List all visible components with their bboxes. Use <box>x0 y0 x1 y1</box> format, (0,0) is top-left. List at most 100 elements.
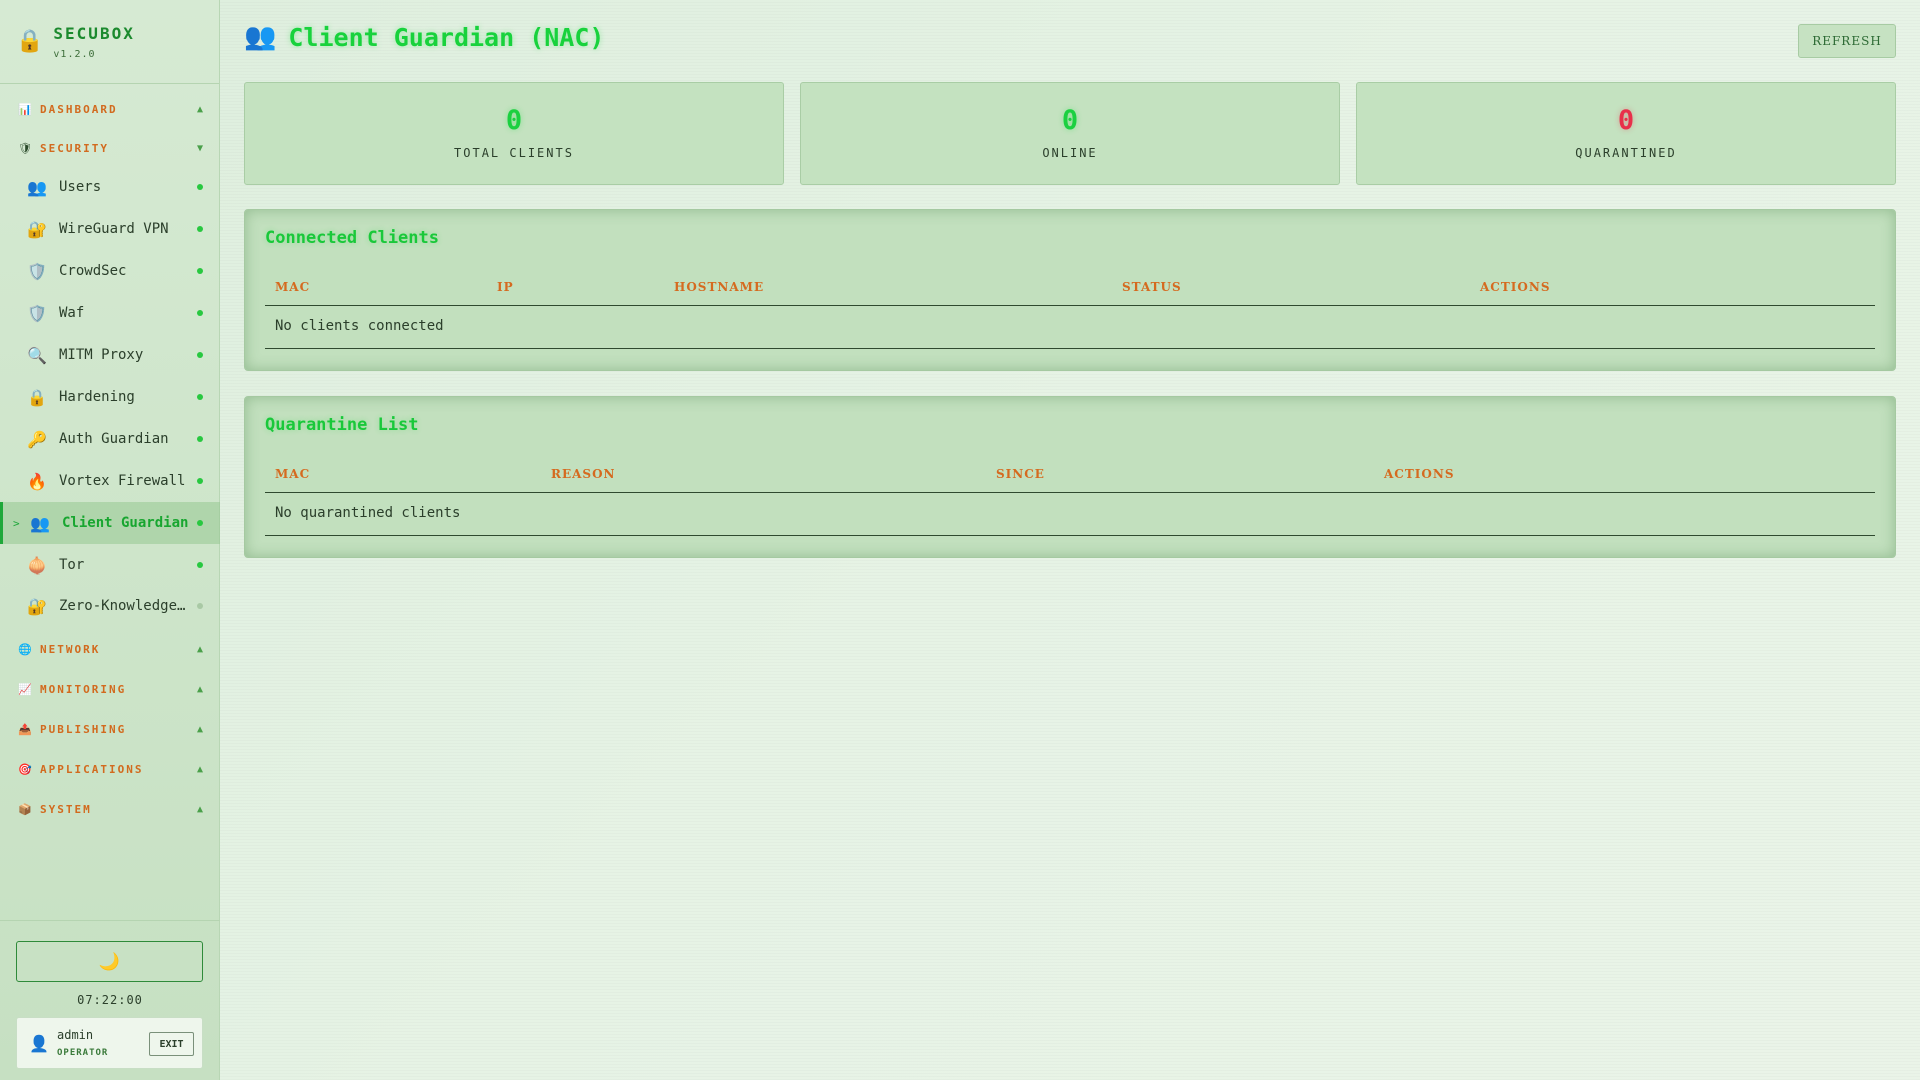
lock-key-icon: 🔐 <box>27 596 47 616</box>
sidebar-item-hardening[interactable]: 🔒 Hardening <box>0 376 220 418</box>
table-header: MAC IP HOSTNAME STATUS ACTIONS <box>265 272 1875 306</box>
users-icon: 👥 <box>27 177 47 197</box>
stat-card-online: 0 ONLINE <box>800 82 1340 185</box>
chevron-down-icon: ▼ <box>196 142 203 154</box>
active-marker: > <box>13 516 20 530</box>
column-header-actions: ACTIONS <box>1384 467 1455 481</box>
nav-group-monitoring[interactable]: 📈 MONITORING ▲ <box>0 670 220 708</box>
sidebar-item-waf[interactable]: 🛡️ Waf <box>0 292 220 334</box>
user-name: admin <box>57 1028 94 1042</box>
refresh-button[interactable]: REFRESH <box>1798 24 1896 58</box>
nav-group-label: DASHBOARD <box>40 102 118 116</box>
sidebar-item-label: Tor <box>59 557 85 573</box>
stat-value: 0 <box>1617 105 1635 136</box>
lock-icon: 🔒 <box>27 387 47 407</box>
sidebar-item-label: Users <box>59 179 102 195</box>
column-header-status[interactable]: STATUS <box>1122 280 1182 294</box>
empty-state-text: No clients connected <box>275 318 444 334</box>
target-icon: 🎯 <box>18 762 32 776</box>
nav-group-system[interactable]: 📦 SYSTEM ▲ <box>0 790 220 828</box>
sidebar-item-vortex-firewall[interactable]: 🔥 Vortex Firewall <box>0 460 220 502</box>
status-dot <box>197 268 203 274</box>
chevron-up-icon: ▲ <box>196 723 203 735</box>
nav-group-label: PUBLISHING <box>40 722 127 736</box>
clock: 07:22:00 <box>77 993 143 1007</box>
user-icon: 👤 <box>29 1034 49 1053</box>
outbox-icon: 📤 <box>18 722 32 736</box>
sidebar-item-wireguard[interactable]: 🔐 WireGuard VPN <box>0 208 220 250</box>
status-dot <box>197 520 203 526</box>
sidebar-item-label: Vortex Firewall <box>59 473 186 489</box>
chevron-up-icon: ▲ <box>196 683 203 695</box>
column-header-actions: ACTIONS <box>1480 280 1551 294</box>
chevron-up-icon: ▲ <box>196 763 203 775</box>
column-header-since[interactable]: SINCE <box>996 467 1045 481</box>
brand-version: v1.2.0 <box>53 48 96 60</box>
table-body: No clients connected <box>265 306 1875 349</box>
column-header-reason[interactable]: REASON <box>551 467 616 481</box>
stat-label: ONLINE <box>1042 146 1098 160</box>
panel-title: Quarantine List <box>265 415 419 435</box>
nav-group-label: SYSTEM <box>40 802 92 816</box>
lock-key-icon: 🔐 <box>27 219 47 239</box>
onion-icon: 🧅 <box>27 555 47 575</box>
sidebar-item-users[interactable]: 👥 Users <box>0 166 220 208</box>
column-header-mac[interactable]: MAC <box>275 280 310 294</box>
stat-value: 0 <box>505 105 523 136</box>
nav-group-label: SECURITY <box>40 141 109 155</box>
status-dot <box>197 562 203 568</box>
status-dot <box>197 310 203 316</box>
status-dot <box>197 352 203 358</box>
globe-icon: 🌐 <box>18 642 32 656</box>
user-role: OPERATOR <box>57 1048 109 1058</box>
nav-group-dashboard[interactable]: 📊 DASHBOARD ▲ <box>0 90 220 128</box>
nav-group-label: APPLICATIONS <box>40 762 144 776</box>
sidebar: 🔒 SECUBOX v1.2.0 📊 DASHBOARD ▲ 🛡 SECURIT… <box>0 0 220 1080</box>
lock-icon: 🔒 <box>16 29 44 54</box>
status-dot <box>197 226 203 232</box>
status-dot <box>197 394 203 400</box>
chart-icon: 📊 <box>18 102 32 116</box>
key-icon: 🔑 <box>27 429 47 449</box>
sidebar-item-tor[interactable]: 🧅 Tor <box>0 544 220 586</box>
stat-card-quarantined: 0 QUARANTINED <box>1356 82 1896 185</box>
user-card: 👤 admin OPERATOR EXIT <box>16 1017 203 1069</box>
column-header-mac[interactable]: MAC <box>275 467 310 481</box>
package-icon: 📦 <box>18 802 32 816</box>
sidebar-item-label: Auth Guardian <box>59 431 169 447</box>
empty-state-text: No quarantined clients <box>275 505 461 521</box>
nav-group-security[interactable]: 🛡 SECURITY ▼ <box>0 129 220 167</box>
sidebar-item-auth-guardian[interactable]: 🔑 Auth Guardian <box>0 418 220 460</box>
nav-group-label: MONITORING <box>40 682 127 696</box>
chevron-up-icon: ▲ <box>196 103 203 115</box>
status-dot <box>197 436 203 442</box>
stat-label: TOTAL CLIENTS <box>454 146 574 160</box>
quarantine-list-panel: Quarantine List MAC REASON SINCE ACTIONS… <box>244 396 1896 558</box>
nav-group-network[interactable]: 🌐 NETWORK ▲ <box>0 630 220 668</box>
sidebar-item-label: Hardening <box>59 389 135 405</box>
sidebar-footer: 🌙 07:22:00 👤 admin OPERATOR EXIT <box>0 920 220 1080</box>
brand: 🔒 SECUBOX v1.2.0 <box>0 0 219 84</box>
nav-group-applications[interactable]: 🎯 APPLICATIONS ▲ <box>0 750 220 788</box>
sidebar-item-crowdsec[interactable]: 🛡️ CrowdSec <box>0 250 220 292</box>
sidebar-item-mitm-proxy[interactable]: 🔍 MITM Proxy <box>0 334 220 376</box>
nav-group-publishing[interactable]: 📤 PUBLISHING ▲ <box>0 710 220 748</box>
table-body: No quarantined clients <box>265 493 1875 536</box>
sidebar-item-client-guardian[interactable]: > 👥 Client Guardian <box>0 502 220 544</box>
column-header-hostname[interactable]: HOSTNAME <box>674 280 764 294</box>
users-icon: 👥 <box>244 22 277 52</box>
stat-label: QUARANTINED <box>1575 146 1677 160</box>
stat-card-total-clients: 0 TOTAL CLIENTS <box>244 82 784 185</box>
shield-icon: 🛡️ <box>27 303 47 323</box>
column-header-ip[interactable]: IP <box>497 280 514 294</box>
sidebar-item-label: WireGuard VPN <box>59 221 169 237</box>
sidebar-item-label: Client Guardian <box>62 515 189 531</box>
chevron-up-icon: ▲ <box>196 803 203 815</box>
stat-value: 0 <box>1061 105 1079 136</box>
theme-toggle-button[interactable]: 🌙 <box>16 941 203 982</box>
sidebar-item-zero-knowledge[interactable]: 🔐 Zero-Knowledge… <box>0 585 220 627</box>
exit-button[interactable]: EXIT <box>149 1032 194 1056</box>
sidebar-item-label: MITM Proxy <box>59 347 144 363</box>
table-header: MAC REASON SINCE ACTIONS <box>265 459 1875 493</box>
users-icon: 👥 <box>30 513 50 533</box>
